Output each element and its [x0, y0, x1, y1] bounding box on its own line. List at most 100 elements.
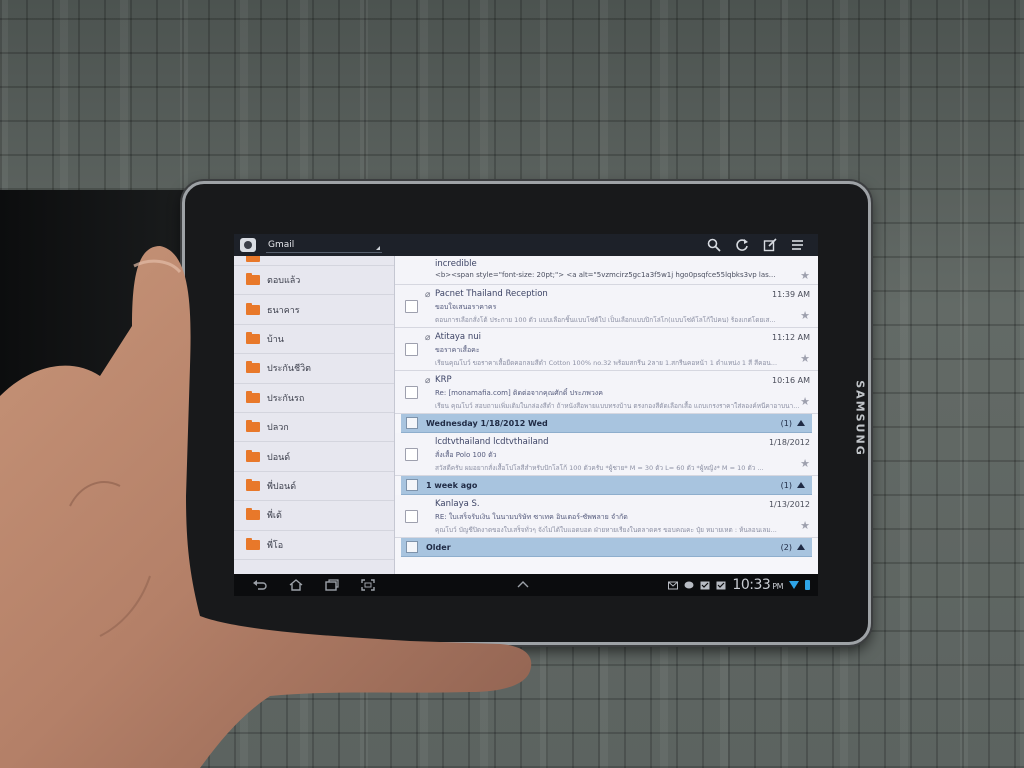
select-checkbox[interactable]	[405, 448, 418, 461]
conversation-row[interactable]: Kanlaya S. 1/13/2012 RE: ใบเสร็จรับเงิน …	[395, 495, 818, 538]
gmail-action-bar: Gmail	[234, 234, 818, 256]
compose-button[interactable]	[756, 234, 784, 256]
message-date: 11:39 AM	[772, 290, 810, 299]
date-section-header[interactable]: Older (2)	[401, 538, 812, 557]
sender-name: Pacnet Thailand Reception	[435, 289, 548, 299]
sender-name: incredible	[435, 259, 477, 269]
wifi-icon	[789, 581, 799, 589]
section-checkbox[interactable]	[406, 479, 418, 491]
section-checkbox[interactable]	[406, 541, 418, 553]
search-icon	[707, 238, 721, 252]
spinner-caret-icon	[376, 246, 380, 250]
folder-icon	[246, 508, 260, 521]
refresh-button[interactable]	[728, 234, 756, 256]
sidebar-item-label: ปลวก	[267, 423, 289, 434]
star-icon[interactable]: ★	[800, 353, 810, 364]
date-section-header[interactable]: Wednesday 1/18/2012 Wed (1)	[401, 414, 812, 433]
section-checkbox[interactable]	[406, 417, 418, 429]
sender-name: KRP	[435, 375, 452, 385]
message-snippet: คุณโบว์ บัญชีปิดงาดของใบเสร็จทั่วๆ จังไม…	[435, 526, 777, 534]
star-icon[interactable]: ★	[800, 270, 810, 281]
message-snippet: สวัสดีครับ ผมอยากสั่งเสื้อโปโลสีสำหรับปั…	[435, 464, 764, 472]
message-snippet: <b><span style="font-size: 20pt;"> <a al…	[435, 271, 776, 279]
sender-name: Kanlaya S.	[435, 499, 480, 509]
star-icon[interactable]: ★	[800, 520, 810, 531]
message-subject: Re: [monamafia.com] ติดต่อจากคุณศักดิ์ ป…	[435, 389, 603, 397]
sidebar-item-label: บ้าน	[267, 334, 284, 345]
sidebar-item-label: ตอบแล้ว	[267, 276, 301, 287]
message-subject: RE: ใบเสร็จรับเงิน ในนามบริษัท ซาเทค อิน…	[435, 513, 628, 521]
labels-sidebar: ตอบแล้ว ธนาคาร บ้าน ประกันชีวิต ประกันรถ…	[234, 256, 395, 574]
section-count: (1)	[780, 480, 792, 490]
sidebar-item[interactable]: ปลวก	[234, 413, 394, 443]
conversation-row[interactable]: ⌀ KRP 10:16 AM Re: [monamafia.com] ติดต่…	[395, 371, 818, 414]
conversation-row[interactable]: lcdtvthailand lcdtvthailand 1/18/2012 สั…	[395, 433, 818, 476]
select-checkbox[interactable]	[405, 510, 418, 523]
star-icon[interactable]: ★	[800, 396, 810, 407]
date-section-header[interactable]: 1 week ago (1)	[401, 476, 812, 495]
message-subject: ขอบใจเสนอราคาคร	[435, 303, 497, 311]
sidebar-item[interactable]: ตอบแล้ว	[234, 266, 394, 296]
gmail-notification-icon	[668, 581, 679, 590]
sidebar-item[interactable]: พี่เต้	[234, 501, 394, 531]
sidebar-item-label: พี่โอ	[267, 540, 284, 551]
sidebar-item[interactable]: ปอนด์	[234, 442, 394, 472]
back-button[interactable]	[242, 574, 278, 596]
sidebar-item[interactable]: ประกันรถ	[234, 384, 394, 413]
status-clock: 10:33 PM	[732, 577, 783, 593]
sidebar-item[interactable]: พี่ปอนด์	[234, 472, 394, 502]
gmail-app-icon[interactable]	[240, 238, 256, 252]
compose-icon	[763, 238, 777, 252]
sidebar-item[interactable]: บ้าน	[234, 325, 394, 355]
chevron-up-icon[interactable]	[516, 578, 530, 592]
sidebar-item[interactable]: ธนาคาร	[234, 295, 394, 325]
screenshot-button[interactable]	[350, 574, 386, 596]
back-icon	[253, 580, 267, 590]
device-brand: SAMSUNG	[853, 380, 867, 457]
select-checkbox[interactable]	[405, 300, 418, 313]
folder-icon	[246, 302, 260, 315]
recent-apps-button[interactable]	[314, 574, 350, 596]
conversation-row[interactable]: incredible <b><span style="font-size: 20…	[395, 256, 818, 285]
collapse-arrow-icon[interactable]	[797, 420, 805, 426]
message-date: 11:12 AM	[772, 333, 810, 342]
attachment-icon: ⌀	[425, 290, 431, 300]
select-checkbox[interactable]	[405, 343, 418, 356]
collapse-arrow-icon[interactable]	[797, 482, 805, 488]
folder-icon	[246, 331, 260, 344]
section-count: (1)	[780, 418, 792, 428]
search-button[interactable]	[700, 234, 728, 256]
star-icon[interactable]: ★	[800, 310, 810, 321]
message-date: 1/13/2012	[768, 500, 810, 509]
folder-icon	[246, 256, 260, 262]
sidebar-item-label: ธนาคาร	[267, 305, 300, 316]
folder-icon	[246, 537, 260, 550]
message-snippet: เรียนคุณโบว์ ขอราคาเสื้อยืดคอกลมสีดำ Cot…	[435, 359, 778, 367]
conversation-row[interactable]: ⌀ Pacnet Thailand Reception 11:39 AM ขอบ…	[395, 285, 818, 328]
home-icon	[289, 579, 303, 591]
conversation-row[interactable]: ⌀ Atitaya nui 11:12 AM ขอราคาเสื้อคะ เรี…	[395, 328, 818, 371]
menu-icon	[792, 240, 803, 250]
folder-icon	[246, 449, 260, 462]
message-subject: สั่งเสื้อ Polo 100 ตัว	[435, 451, 497, 459]
attachment-icon: ⌀	[425, 376, 431, 386]
screenshot-icon	[361, 579, 375, 591]
task-complete-icon	[716, 581, 726, 590]
collapse-arrow-icon[interactable]	[797, 544, 805, 550]
overflow-menu-button[interactable]	[784, 234, 812, 256]
sidebar-item[interactable]: พี่โอ	[234, 531, 394, 560]
sidebar-item[interactable]	[234, 256, 394, 266]
home-button[interactable]	[278, 574, 314, 596]
folder-icon	[246, 478, 260, 491]
sidebar-item[interactable]: ประกันชีวิต	[234, 354, 394, 384]
message-snippet: เรียน คุณโบว์ สอบถามเพิ่มเติมในกล่องสีดำ…	[435, 402, 800, 410]
sidebar-item-label: ปอนด์	[267, 452, 291, 463]
star-icon[interactable]: ★	[800, 458, 810, 469]
attachment-icon: ⌀	[425, 333, 431, 343]
select-checkbox[interactable]	[405, 386, 418, 399]
folder-icon	[246, 390, 260, 403]
account-label: Gmail	[268, 240, 295, 250]
status-area[interactable]: 10:33 PM	[668, 577, 810, 593]
recent-apps-icon	[325, 579, 339, 591]
account-spinner[interactable]: Gmail	[266, 237, 382, 253]
